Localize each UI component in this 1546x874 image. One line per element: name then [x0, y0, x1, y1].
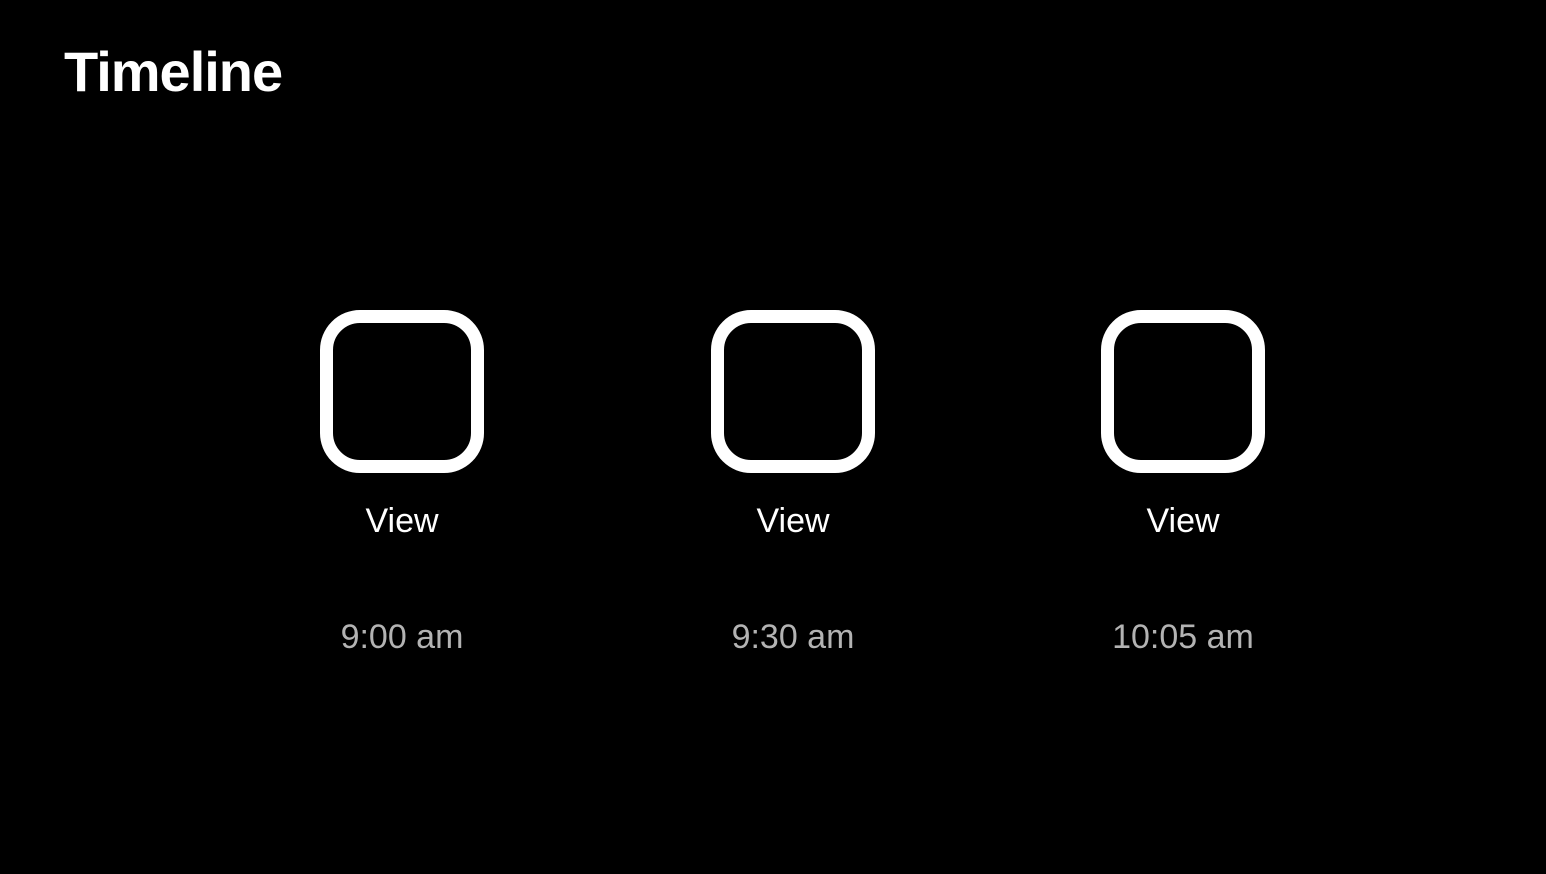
view-label: View	[365, 502, 439, 540]
time-label: 9:30 am	[731, 618, 855, 656]
timeline-entry: View 9:30 am	[673, 310, 913, 657]
view-box	[320, 310, 484, 473]
time-label: 10:05 am	[1112, 618, 1254, 656]
view-label: View	[1146, 502, 1220, 540]
view-box	[711, 310, 875, 473]
timeline-entry: View 9:00 am	[282, 310, 522, 657]
time-label: 9:00 am	[340, 618, 464, 656]
view-label: View	[756, 502, 830, 540]
timeline-entry: View 10:05 am	[1063, 310, 1303, 657]
timeline: View 9:00 am View 9:30 am View 10:05 am	[0, 0, 1546, 874]
view-box	[1101, 310, 1265, 473]
